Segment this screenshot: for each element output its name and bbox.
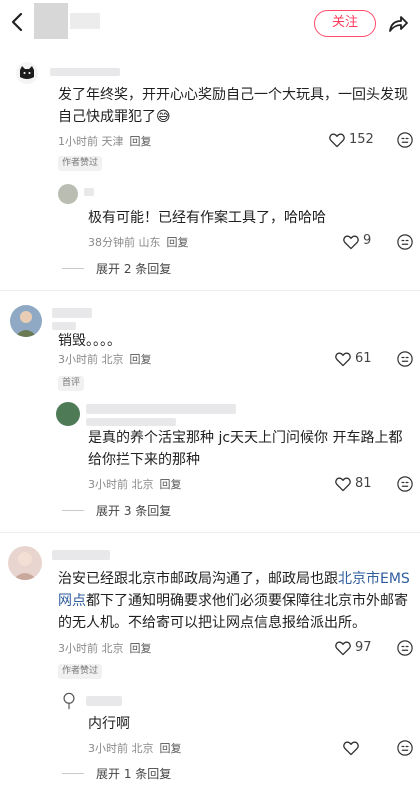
- balloon-avatar-icon[interactable]: [60, 692, 78, 710]
- comment-meta: 3小时前 北京 回复: [58, 640, 152, 656]
- reply-text-line: 是真的养个活宝那种 jc天天上门问候你 开车路上都: [88, 430, 403, 446]
- comment-text-line: 治安已经跟北京市邮政局沟通了，邮政局也跟北京市EMS: [58, 568, 410, 590]
- comment-text-line: 的无人机。不给寄可以把让网点信息报给派出所。: [58, 615, 366, 631]
- reply-button[interactable]: 回复: [130, 353, 152, 366]
- reply-button[interactable]: 回复: [130, 642, 152, 655]
- cat-avatar-icon: [20, 66, 34, 79]
- comment-time-location: 3小时前 北京: [58, 353, 124, 366]
- comment-time-location: 1小时前 天津: [58, 135, 124, 148]
- comment-text-line: 自己快成罪犯了😅: [58, 109, 171, 125]
- person-avatar-icon: [15, 311, 37, 337]
- reply-text-line: 给你拦下来的那种: [88, 452, 200, 468]
- expand-replies-button[interactable]: 展开 1 条回复: [96, 765, 171, 782]
- reply-time-location: 3小时前 北京: [88, 742, 154, 755]
- comment-text-line: 销毁。。。。: [58, 333, 121, 349]
- reply-avatar[interactable]: [56, 402, 80, 426]
- like-count: 61: [355, 351, 372, 366]
- follow-button[interactable]: 关注: [314, 10, 376, 37]
- author-avatar[interactable]: [34, 3, 68, 39]
- comment-meta: 3小时前 北京 回复: [58, 351, 152, 367]
- author-liked-badge: 作者赞过: [58, 664, 103, 679]
- heart-icon[interactable]: [334, 351, 352, 367]
- comment-text-line: 网点都下了通知明确要求他们必须要保障往北京市外邮寄: [58, 590, 408, 612]
- comment-avatar[interactable]: [10, 305, 42, 337]
- dislike-icon[interactable]: [396, 233, 414, 251]
- reply-button[interactable]: 回复: [130, 135, 152, 148]
- heart-icon[interactable]: [342, 740, 360, 756]
- reply-meta: 38分钟前 山东 回复: [88, 234, 189, 250]
- commenter-name-blurred: [50, 68, 120, 76]
- reply-name-blurred: [84, 188, 94, 196]
- reply-avatar[interactable]: [58, 184, 78, 204]
- reply-button[interactable]: 回复: [160, 478, 182, 491]
- expand-replies-button[interactable]: 展开 3 条回复: [96, 502, 171, 519]
- author-name-blurred: [70, 13, 100, 29]
- comment-text-segment: 治安已经跟北京市邮政局沟通了，邮政局也跟: [58, 571, 338, 587]
- dislike-icon[interactable]: [396, 350, 414, 368]
- comment-avatar[interactable]: [8, 546, 42, 580]
- ems-link[interactable]: 北京市EMS: [338, 571, 410, 587]
- thread-divider: [0, 290, 420, 291]
- expand-divider: [62, 773, 84, 774]
- commenter-name-blurred: [52, 322, 76, 330]
- reply-meta: 3小时前 北京 回复: [88, 740, 182, 756]
- reply-time-location: 3小时前 北京: [88, 478, 154, 491]
- reply-meta: 3小时前 北京 回复: [88, 476, 182, 492]
- heart-icon[interactable]: [334, 476, 352, 492]
- like-count: 9: [363, 233, 372, 248]
- heart-icon[interactable]: [328, 132, 346, 148]
- thread-divider: [0, 532, 420, 533]
- expand-replies-button[interactable]: 展开 2 条回复: [96, 260, 171, 277]
- dislike-icon[interactable]: [396, 131, 414, 149]
- expand-divider: [62, 510, 84, 511]
- reply-text: 极有可能！已经有作案工具了，哈哈哈: [88, 210, 326, 226]
- comment-time-location: 3小时前 北京: [58, 642, 124, 655]
- comment-text-line: 发了年终奖，开开心心奖励自己一个大玩具，一回头发现: [58, 87, 408, 103]
- comment-meta: 1小时前 天津 回复: [58, 133, 152, 149]
- comment-avatar[interactable]: [16, 62, 38, 84]
- person-avatar-icon: [13, 552, 37, 580]
- reply-name-blurred: [86, 696, 122, 706]
- reply-name-blurred: [86, 404, 236, 414]
- reply-time-location: 38分钟前 山东: [88, 236, 161, 249]
- like-count: 152: [349, 132, 374, 147]
- reply-button[interactable]: 回复: [167, 236, 189, 249]
- top-bar: 关注: [0, 0, 420, 46]
- reply-name-blurred: [86, 418, 176, 426]
- like-count: 81: [355, 476, 372, 491]
- first-comment-badge: 首评: [58, 376, 85, 391]
- heart-icon[interactable]: [342, 234, 360, 250]
- reply-text: 内行啊: [88, 716, 130, 732]
- outlet-link[interactable]: 网点: [58, 593, 86, 609]
- like-count: 97: [355, 640, 372, 655]
- reply-button[interactable]: 回复: [160, 742, 182, 755]
- back-arrow-icon[interactable]: [6, 10, 30, 34]
- comment-text-segment: 都下了通知明确要求他们必须要保障往北京市外邮寄: [86, 593, 408, 609]
- expand-divider: [62, 268, 84, 269]
- author-liked-badge: 作者赞过: [58, 156, 103, 171]
- dislike-icon[interactable]: [396, 739, 414, 757]
- dislike-icon[interactable]: [396, 639, 414, 657]
- commenter-name-blurred: [52, 550, 110, 560]
- share-icon[interactable]: [386, 12, 410, 36]
- heart-icon[interactable]: [334, 640, 352, 656]
- dislike-icon[interactable]: [396, 475, 414, 493]
- commenter-name-blurred: [52, 308, 92, 318]
